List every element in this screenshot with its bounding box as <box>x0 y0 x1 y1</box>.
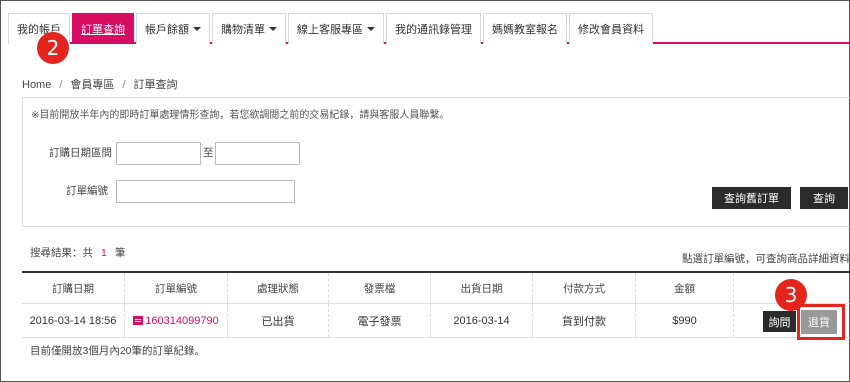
tab-label: 我的通訊錄管理 <box>395 24 472 36</box>
breadcrumb-current: 訂單查詢 <box>133 79 178 91</box>
document-icon <box>133 316 144 325</box>
step-marker-3: 3 <box>775 279 807 311</box>
search-panel: ※目前開放半年內的即時訂單處理情形查詢，若您欲調閱之前的交易紀錄，請與客服人員聯… <box>22 97 850 227</box>
tab-account-balance[interactable]: 帳戶餘額 <box>136 13 210 44</box>
col-amount: 金額 <box>636 273 734 303</box>
cell-order-date: 2016-03-14 18:56 <box>22 304 125 337</box>
tab-order-query[interactable]: 訂單查詢 <box>72 13 134 44</box>
result-summary: 搜尋結果：共 1 筆 <box>30 245 125 260</box>
tab-label: 媽媽教室報名 <box>492 24 558 36</box>
date-range-label: 訂購日期區間 <box>49 147 112 159</box>
caret-down-icon <box>269 27 277 31</box>
result-suffix: 筆 <box>114 247 126 259</box>
col-ship-date: 出貨日期 <box>431 273 533 303</box>
highlight-box <box>797 304 845 340</box>
tab-label: 購物清單 <box>221 24 265 36</box>
tab-shopping-list[interactable]: 購物清單 <box>212 13 286 44</box>
ask-button[interactable]: 詢問 <box>763 311 796 332</box>
col-payment: 付款方式 <box>533 273 636 303</box>
table-row: 2016-03-14 18:56 160314099790 已出貨 電子發票 2… <box>22 304 850 338</box>
col-status: 處理狀態 <box>228 273 329 303</box>
order-number-label: 訂單編號 <box>66 185 108 197</box>
tab-edit-profile[interactable]: 修改會員資料 <box>569 13 653 44</box>
result-prefix: 搜尋結果：共 <box>30 247 93 259</box>
cell-status: 已出貨 <box>228 304 329 337</box>
breadcrumb-home[interactable]: Home <box>22 79 51 91</box>
date-from-input[interactable] <box>116 142 201 165</box>
caret-down-icon <box>367 27 375 31</box>
search-notice: ※目前開放半年內的即時訂單處理情形查詢，若您欲調閱之前的交易紀錄，請與客服人員聯… <box>31 110 450 121</box>
table-header: 訂購日期 訂單編號 處理狀態 發票檔 出貨日期 付款方式 金額 <box>22 271 850 304</box>
result-hint: 點選訂單編號，可查詢商品詳細資料 <box>682 253 850 265</box>
tab-mom-class[interactable]: 媽媽教室報名 <box>483 13 567 44</box>
caret-down-icon <box>193 27 201 31</box>
cell-order-number: 160314099790 <box>125 304 228 337</box>
cell-amount: $990 <box>636 304 734 337</box>
cell-ship-date: 2016-03-14 <box>431 304 533 337</box>
tab-online-service[interactable]: 線上客服專區 <box>288 13 384 44</box>
tab-label: 修改會員資料 <box>578 24 644 36</box>
tab-address-book[interactable]: 我的通訊錄管理 <box>386 13 481 44</box>
cell-invoice: 電子發票 <box>329 304 431 337</box>
breadcrumb-separator: / <box>59 79 63 91</box>
col-invoice: 發票檔 <box>329 273 431 303</box>
order-number-input[interactable] <box>116 180 295 203</box>
tab-label: 帳戶餘額 <box>145 24 189 36</box>
breadcrumb-member-area[interactable]: 會員專區 <box>70 79 114 91</box>
tab-label: 訂單查詢 <box>81 24 125 36</box>
footer-note: 目前僅開放3個月內20筆的訂單紀錄。 <box>30 345 206 357</box>
breadcrumb: Home / 會員專區 / 訂單查詢 <box>22 76 177 92</box>
cell-payment: 貨到付款 <box>533 304 636 337</box>
member-tabs: 我的帳戶 訂單查詢 帳戶餘額 購物清單 線上客服專區 我的通訊錄管理 媽媽教室報… <box>8 13 850 44</box>
query-button[interactable]: 查詢 <box>800 187 848 209</box>
step-marker-2: 2 <box>37 32 69 64</box>
tab-label: 線上客服專區 <box>297 24 363 36</box>
order-number-text: 160314099790 <box>145 314 219 327</box>
order-number-link[interactable]: 160314099790 <box>133 314 219 327</box>
date-to-label: 至 <box>203 147 214 159</box>
breadcrumb-separator: / <box>122 79 126 91</box>
orders-table: 訂購日期 訂單編號 處理狀態 發票檔 出貨日期 付款方式 金額 2016-03-… <box>22 271 850 338</box>
col-order-number: 訂單編號 <box>125 273 228 303</box>
result-count: 1 <box>101 247 107 259</box>
col-order-date: 訂購日期 <box>22 273 125 303</box>
query-old-orders-button[interactable]: 查詢舊訂單 <box>712 187 791 209</box>
date-to-input[interactable] <box>215 142 300 165</box>
